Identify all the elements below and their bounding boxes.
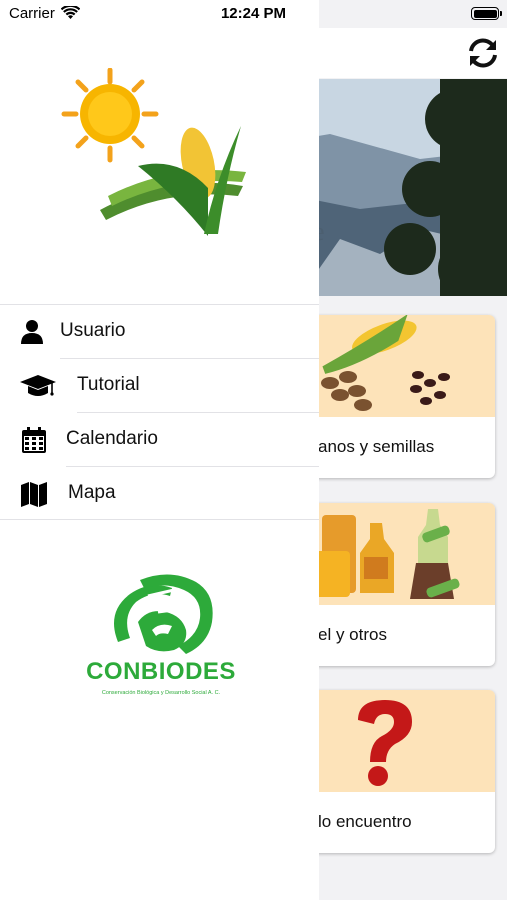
menu-item-calendario[interactable]: Calendario <box>0 413 319 467</box>
drawer-menu: Usuario Tutorial Calendario Mapa <box>0 304 319 520</box>
battery-icon <box>471 7 502 20</box>
card-label: lo encuentro <box>318 812 412 831</box>
map-icon <box>21 482 47 507</box>
status-time: 12:24 PM <box>220 5 287 22</box>
sun-icon <box>61 68 159 163</box>
calendar-icon <box>22 427 46 453</box>
graduation-cap-icon <box>20 375 56 396</box>
menu-item-mapa[interactable]: Mapa <box>0 467 319 521</box>
conbiodes-logo: CONBIODES Conservación Biológica y Desar… <box>78 572 244 704</box>
hands-logo-icon <box>114 574 213 654</box>
org-tagline: Conservación Biológica y Desarrollo Soci… <box>101 690 221 696</box>
status-bar: Carrier 12:24 PM <box>0 0 507 28</box>
refresh-icon[interactable] <box>466 37 500 69</box>
menu-item-usuario[interactable]: Usuario <box>0 305 319 359</box>
side-drawer: Usuario Tutorial Calendario Mapa CONBIOD… <box>0 0 319 900</box>
user-icon <box>21 320 43 344</box>
card-label: anos y semillas <box>318 437 435 456</box>
org-name: CONBIODES <box>86 658 236 685</box>
menu-label: Calendario <box>66 428 158 449</box>
menu-item-tutorial[interactable]: Tutorial <box>0 359 319 413</box>
menu-label: Usuario <box>60 320 126 341</box>
card-label: el y otros <box>318 625 387 644</box>
sun-and-corn-logo <box>61 68 246 236</box>
menu-label: Mapa <box>68 482 116 503</box>
menu-label: Tutorial <box>77 374 140 395</box>
